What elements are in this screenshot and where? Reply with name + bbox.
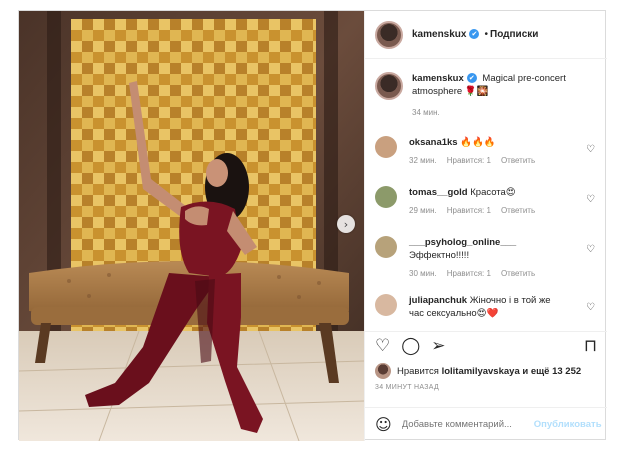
comment-icon[interactable]: ◯ (401, 338, 420, 355)
commenter-avatar[interactable] (375, 236, 397, 258)
likes-summary: Нравится lolitamilyavskaya и ещё 13 252 (375, 363, 581, 379)
comment-meta: 30 мин. Нравится: 1 Ответить (409, 267, 567, 280)
comment-text: Эффектно!!!!! (409, 250, 470, 261)
comment-time[interactable]: 29 мин. (409, 206, 437, 215)
comment-time[interactable]: 32 мин. (409, 156, 437, 165)
comment-like-heart-icon[interactable]: ♡ (586, 244, 595, 255)
commenter-username[interactable]: juliapanchuk (409, 295, 467, 306)
comment-likes[interactable]: Нравится: 1 (447, 269, 491, 278)
commenter-avatar[interactable] (375, 136, 397, 158)
commenter-avatar[interactable] (375, 186, 397, 208)
caption-emoji: 🌹🎇 (464, 86, 489, 97)
comment-text: Красота😍 (470, 187, 516, 198)
comment-body: tomas__gold Красота😍 29 мин. Нравится: 1 О… (409, 186, 567, 236)
comment-body: oksana1ks 🔥🔥🔥 32 мин. Нравится: 1 Ответить (409, 136, 567, 186)
emoji-picker-icon[interactable]: ☺ (375, 415, 392, 434)
post-sidebar: kamenskux ✔ • Подписки kamenskux ✔ Magical p… (364, 11, 607, 441)
comment-like-heart-icon[interactable]: ♡ (586, 144, 595, 155)
separator-dot: • (484, 29, 488, 40)
comment-like-heart-icon[interactable]: ♡ (586, 302, 595, 313)
comment-like-heart-icon[interactable]: ♡ (586, 194, 595, 205)
instagram-post-card: › kamenskux ✔ • Подписки kamenskux ✔ Magical… (18, 10, 607, 441)
likes-count[interactable]: и ещё 13 252 (522, 366, 581, 377)
chevron-right-icon: › (343, 217, 349, 231)
comment-text: 🔥🔥🔥 (460, 137, 496, 148)
comment-item: oksana1ks 🔥🔥🔥 32 мин. Нравится: 1 Ответить… (365, 136, 607, 186)
author-avatar[interactable] (375, 20, 403, 49)
post-photo[interactable]: › (19, 11, 364, 441)
caption-time[interactable]: 34 мин. (412, 106, 584, 119)
post-header: kamenskux ✔ • Подписки (365, 11, 607, 59)
comment-meta: 29 мин. Нравится: 1 Ответить (409, 204, 567, 217)
liker-username[interactable]: lolitamilyavskaya (442, 366, 520, 377)
reply-button[interactable]: Ответить (501, 269, 535, 278)
share-icon[interactable]: ➢ (431, 338, 445, 355)
comment-item: juliapanchuk Жiночно i в той же час секс… (365, 294, 607, 331)
comment-likes[interactable]: Нравится: 1 (447, 156, 491, 165)
comment-meta: 32 мин. Нравится: 1 Ответить (409, 154, 567, 167)
comment-body: juliapanchuk Жiночно i в той же час секс… (409, 294, 567, 331)
post-actions-bar: ♡ ◯ ➢ ⊓ (365, 331, 607, 361)
reply-button[interactable]: Ответить (501, 156, 535, 165)
comment-likes[interactable]: Нравится: 1 (447, 206, 491, 215)
author-line: kamenskux ✔ • Подписки (412, 29, 538, 40)
reply-button[interactable]: Ответить (501, 206, 535, 215)
post-timestamp[interactable]: 34 МИНУТ НАЗАД (375, 384, 439, 391)
following-button[interactable]: Подписки (490, 29, 538, 40)
photo-illustration (19, 11, 364, 441)
comment-input[interactable] (401, 419, 534, 430)
caption-body: kamenskux ✔ Magical pre-concert atmospher… (412, 72, 584, 136)
likes-prefix: Нравится (397, 365, 439, 377)
heart-icon[interactable]: ♡ (375, 338, 390, 355)
comment-time[interactable]: 30 мин. (409, 269, 437, 278)
verified-badge-icon: ✔ (466, 73, 477, 84)
comments-list: kamenskux ✔ Magical pre-concert atmospher… (365, 60, 607, 331)
next-photo-button[interactable]: › (337, 215, 355, 233)
comment-item: tomas__gold Красота😍 29 мин. Нравится: 1 О… (365, 186, 607, 236)
caption: kamenskux ✔ Magical pre-concert atmospher… (365, 60, 607, 136)
caption-author[interactable]: kamenskux (412, 73, 464, 84)
commenter-avatar[interactable] (375, 294, 397, 316)
commenter-username[interactable]: oksana1ks (409, 137, 458, 148)
verified-badge-icon: ✔ (469, 29, 480, 40)
add-comment-bar: ☺ Опубликовать (365, 407, 607, 441)
commenter-username[interactable]: tomas__gold (409, 187, 468, 198)
author-username[interactable]: kamenskux (412, 29, 466, 40)
commenter-username[interactable]: ___psyholog_online___ (409, 237, 516, 248)
caption-author-avatar[interactable] (375, 72, 403, 100)
comment-item: ___psyholog_online___ Эффектно!!!!! 30 м… (365, 236, 607, 294)
comment-body: ___psyholog_online___ Эффектно!!!!! 30 м… (409, 236, 567, 294)
publish-button[interactable]: Опубликовать (534, 419, 602, 430)
bookmark-icon[interactable]: ⊓ (584, 338, 597, 355)
liker-avatar[interactable] (375, 363, 391, 379)
